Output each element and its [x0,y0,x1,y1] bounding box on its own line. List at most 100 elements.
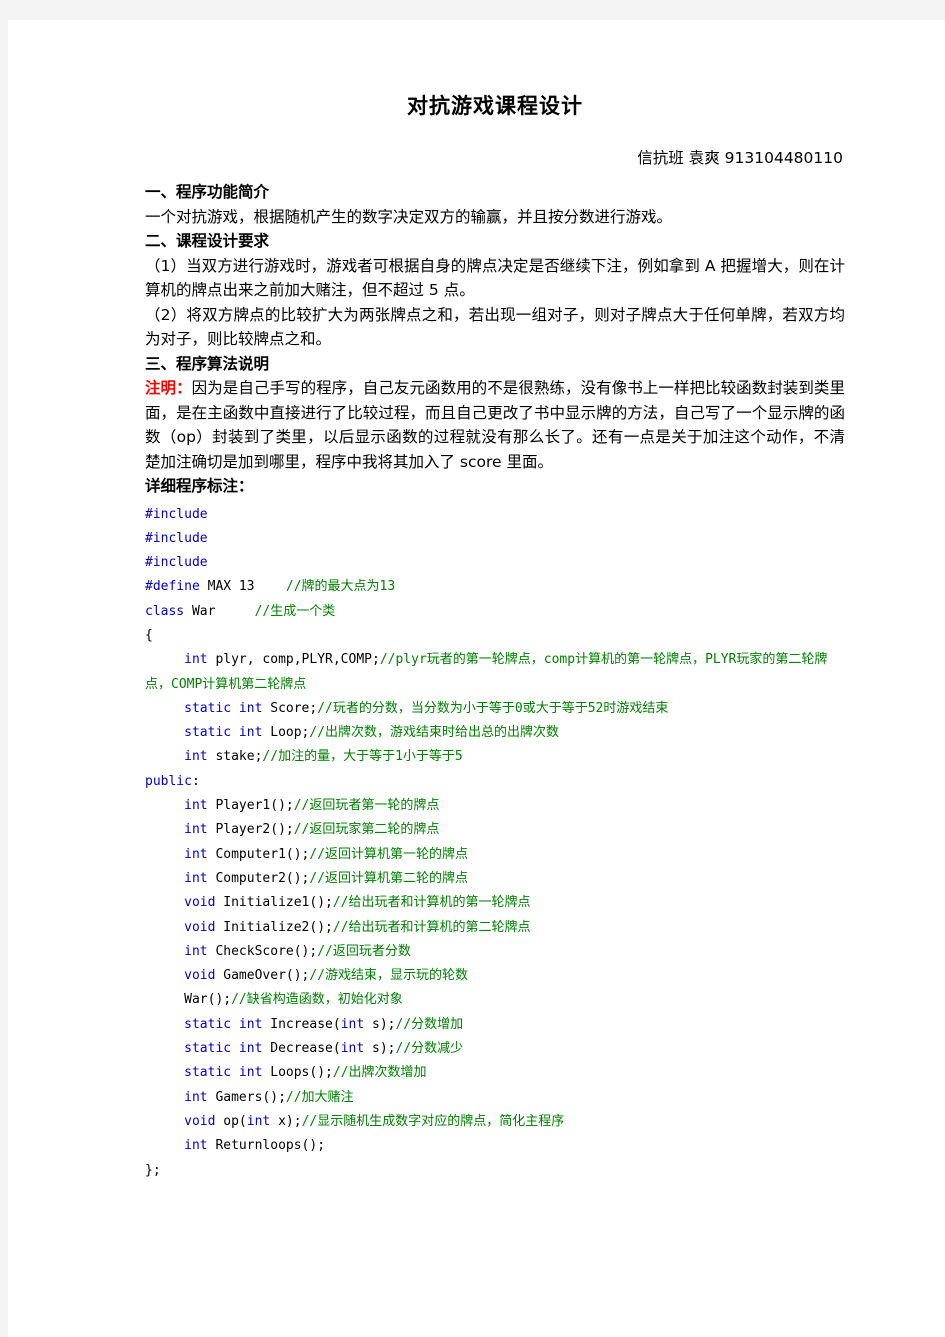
code-keyword: int [184,1138,208,1154]
code-comment: //返回计算机第一轮的牌点 [309,846,469,862]
code-text: Computer1(); [207,846,310,862]
code-comment: //显示随机生成数字对应的牌点，简化主程序 [301,1113,565,1129]
code-line: int Gamers();//加大赌注 [145,1086,845,1110]
code-line: }; [145,1159,845,1183]
code-comment: //返回玩家第二轮的牌点 [293,822,440,838]
code-keyword: void [184,1113,216,1129]
code-keyword: void [184,968,216,984]
code-text: Player2(); [207,822,294,838]
code-keyword: int [184,1089,208,1105]
code-text: : [191,773,200,789]
code-line: War();//缺省构造函数，初始化对象 [145,988,845,1012]
code-text: s); [364,1041,396,1057]
code-line: int Returnloops(); [145,1134,845,1158]
code-line: int Computer1();//返回计算机第一轮的牌点 [145,843,845,867]
code-keyword: int [246,1113,271,1129]
code-line: int Player2();//返回玩家第二轮的牌点 [145,818,845,842]
code-comment: //加注的量，大于等于1小于等于5 [262,749,463,765]
section-heading-3: 三、程序算法说明 [145,354,270,373]
code-text: Initialize2(); [215,919,333,935]
code-comment: //加大赌注 [285,1089,354,1105]
code-keyword: static int [184,700,263,716]
code-line: int plyr, comp,PLYR,COMP;//plyr玩者的第一轮牌点，… [145,648,845,697]
page-title: 对抗游戏课程设计 [407,94,583,118]
document-content: 对抗游戏课程设计 信抗班 袁爽 913104480110 一、程序功能简介 一个… [145,90,845,1183]
code-block: #include #include #include #define MAX 13 /… [145,503,845,1183]
note-label: 注明： [145,379,192,397]
code-line: #include [145,551,845,575]
code-text: War [184,603,255,619]
code-text: op( [215,1113,247,1129]
code-line: public: [145,770,845,794]
code-keyword: void [184,919,216,935]
code-text: Increase( [262,1016,341,1032]
code-text: s); [364,1016,396,1032]
note-paragraph: 注明：因为是自己手写的程序，自己友元函数用的不是很熟练，没有像书上一样把比较函数… [145,376,845,474]
code-line: static int Loops();//出牌次数增加 [145,1061,845,1085]
code-keyword: public [145,773,192,789]
section-2-paragraph-1: （1）当双方进行游戏时，游戏者可根据自身的牌点决定是否继续下注，例如拿到 A 把… [145,256,845,300]
code-line: #include [145,503,845,527]
note-body: 因为是自己手写的程序，自己友元函数用的不是很熟练，没有像书上一样把比较函数封装到… [145,379,845,471]
code-line: void Initialize2();//给出玩者和计算机的第二轮牌点 [145,916,845,940]
author-line: 信抗班 袁爽 913104480110 [637,149,843,167]
code-text: stake; [207,749,263,765]
code-keyword: #include [145,555,208,571]
code-text: x); [270,1113,302,1129]
code-keyword: #include [145,530,208,546]
code-text: Loop; [262,725,310,741]
code-comment: //给出玩者和计算机的第二轮牌点 [332,919,531,935]
code-comment: //分数减少 [395,1041,464,1057]
code-comment: //出牌次数增加 [332,1065,427,1081]
code-text: Decrease( [262,1041,341,1057]
code-keyword: static int [184,725,263,741]
code-line: #define MAX 13 //牌的最大点为13 [145,575,845,599]
section-heading-2: 二、课程设计要求 [145,232,270,250]
code-keyword: int [184,822,208,838]
section-2-paragraph-2: （2）将双方牌点的比较扩大为两张牌点之和，若出现一组对子，则对子牌点大于任何单牌… [145,305,845,349]
code-comment: //返回玩者分数 [317,943,411,959]
code-comment: //缺省构造函数，初始化对象 [231,992,403,1008]
code-text: { [145,627,153,643]
code-text: Returnloops(); [207,1138,326,1154]
code-comment: //返回玩者第一轮的牌点 [293,798,440,814]
code-line: static int Increase(int s);//分数增加 [145,1013,845,1037]
code-text: MAX 13 [199,579,286,595]
code-line: class War //生成一个类 [145,600,845,624]
code-line: int CheckScore();//返回玩者分数 [145,940,845,964]
code-keyword: int [184,652,208,668]
code-line: void GameOver();//游戏结束，显示玩的轮数 [145,964,845,988]
code-line: static int Loop;//出牌次数，游戏结束时给出总的出牌次数 [145,721,845,745]
code-line: static int Score;//玩者的分数，当分数为小于等于0或大于等于5… [145,697,845,721]
code-comment: //给出玩者和计算机的第一轮牌点 [332,895,531,911]
code-keyword: int [184,798,208,814]
document-page: 对抗游戏课程设计 信抗班 袁爽 913104480110 一、程序功能简介 一个… [8,20,945,1337]
section-1-paragraph-1: 一个对抗游戏，根据随机产生的数字决定双方的输赢，并且按分数进行游戏。 [145,207,673,226]
code-text: War(); [145,992,232,1008]
code-text: Player1(); [207,798,294,814]
code-comment: //游戏结束，显示玩的轮数 [309,968,469,984]
code-text: }; [145,1162,161,1178]
code-comment: //玩者的分数，当分数为小于等于0或大于等于52时游戏结束 [317,700,669,716]
code-keyword: int [184,870,208,886]
code-keyword: int [184,846,208,862]
code-comment: //分数增加 [395,1016,464,1032]
code-text: CheckScore(); [207,943,318,959]
code-line: int stake;//加注的量，大于等于1小于等于5 [145,745,845,769]
code-line: void op(int x);//显示随机生成数字对应的牌点，简化主程序 [145,1110,845,1134]
code-comment: //出牌次数，游戏结束时给出总的出牌次数 [309,725,560,741]
code-heading: 详细程序标注： [145,477,254,495]
code-text: plyr, comp,PLYR,COMP; [207,652,380,668]
